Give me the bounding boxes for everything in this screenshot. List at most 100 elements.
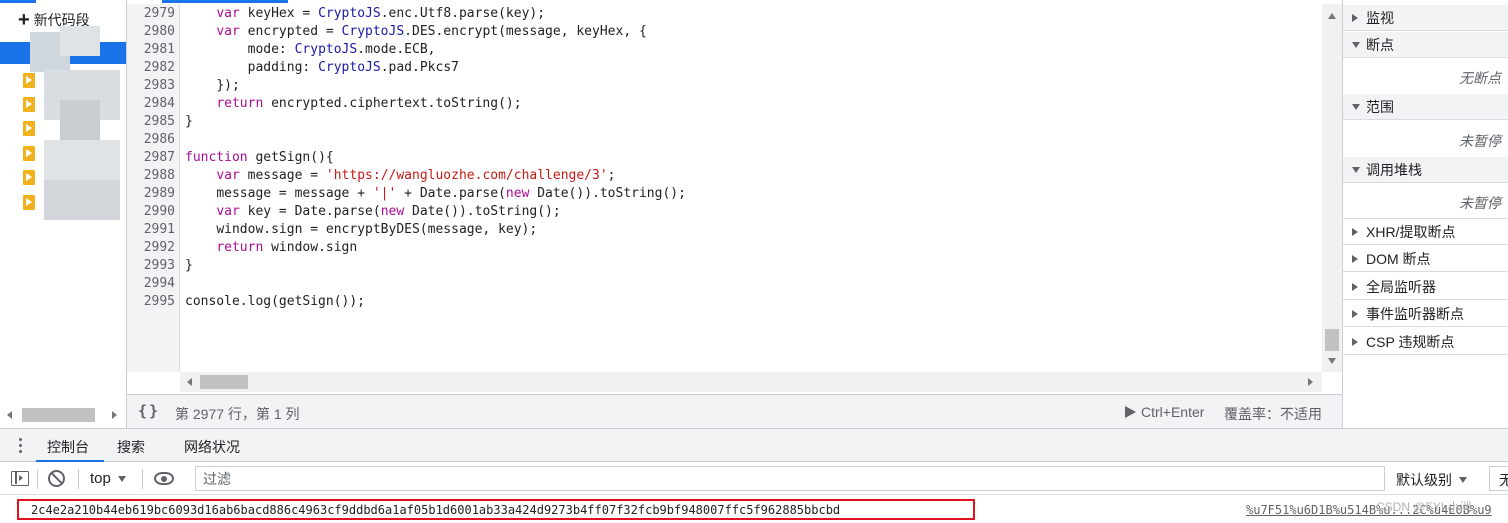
- code-line[interactable]: var encrypted = CryptoJS.DES.encrypt(mes…: [185, 23, 647, 41]
- line-number[interactable]: 2980: [127, 23, 175, 41]
- code-line[interactable]: function getSign(){: [185, 149, 334, 167]
- code-line[interactable]: padding: CryptoJS.pad.Pkcs7: [185, 59, 459, 77]
- show-console-sidebar-icon[interactable]: [11, 471, 29, 486]
- section-xhr-breakpoints[interactable]: XHR/提取断点: [1343, 219, 1508, 245]
- code-token-kw: var: [216, 168, 248, 183]
- issues-button-clipped[interactable]: 无: [1489, 466, 1508, 491]
- line-number[interactable]: 2986: [127, 131, 175, 149]
- code-line[interactable]: });: [185, 77, 239, 95]
- code-line[interactable]: window.sign = encryptByDES(message, key)…: [185, 221, 537, 239]
- section-call-stack[interactable]: 调用堆栈: [1343, 157, 1508, 183]
- scroll-right-icon[interactable]: [112, 411, 117, 419]
- collapse-icon: [1352, 41, 1360, 48]
- expand-icon: [1352, 282, 1358, 291]
- code-token-sym: CryptoJS: [318, 60, 381, 75]
- section-watch[interactable]: 监视: [1343, 5, 1508, 31]
- snippet-file-icon: [23, 194, 35, 210]
- tab-console[interactable]: 控制台: [47, 437, 89, 457]
- code-line[interactable]: message = message + '|' + Date.parse(new…: [185, 185, 686, 203]
- divider: [37, 469, 38, 489]
- section-scope[interactable]: 范围: [1343, 94, 1508, 120]
- code-token-plain: mode:: [247, 42, 295, 57]
- more-tools-icon[interactable]: [19, 438, 23, 454]
- editor-horizontal-scrollbar[interactable]: [180, 372, 1322, 392]
- code-line[interactable]: return encrypted.ciphertext.toString();: [185, 95, 521, 113]
- code-token-str: '|': [372, 186, 397, 201]
- line-number[interactable]: 2988: [127, 167, 175, 185]
- code-line[interactable]: var message = 'https://wangluozhe.com/ch…: [185, 167, 615, 185]
- code-editor[interactable]: 2979 2980 2981 2982 2983 2984 2985 2986 2987 2988…: [127, 0, 1342, 394]
- javascript-context-select[interactable]: top: [90, 470, 126, 487]
- scroll-left-icon[interactable]: [7, 411, 12, 419]
- scroll-down-icon[interactable]: [1328, 358, 1336, 364]
- line-number[interactable]: 2982: [127, 59, 175, 77]
- redaction-block: [60, 26, 100, 56]
- code-token-kw: new: [505, 186, 538, 201]
- code-token-plain: .DES.encrypt(message, keyHex, {: [404, 24, 647, 39]
- tab-network-conditions[interactable]: 网络状况: [184, 437, 240, 457]
- scroll-right-icon[interactable]: [1308, 378, 1313, 386]
- console-output: 2c4e2a210b44eb619bc6093d16ab6bacd886c496…: [0, 495, 1508, 523]
- run-snippet-button[interactable]: Ctrl+Enter: [1125, 404, 1204, 420]
- editor-vertical-scrollbar[interactable]: [1322, 4, 1342, 372]
- line-number[interactable]: 2981: [127, 41, 175, 59]
- code-line[interactable]: return window.sign: [185, 239, 357, 257]
- collapse-icon: [1352, 103, 1360, 110]
- line-number[interactable]: 2987: [127, 149, 175, 167]
- scroll-left-icon[interactable]: [187, 378, 192, 386]
- line-number[interactable]: 2979: [127, 5, 175, 23]
- code-line[interactable]: }: [185, 113, 193, 131]
- line-number[interactable]: 2995: [127, 293, 175, 311]
- code-token-plain: Date()).toString();: [412, 204, 561, 219]
- watermark: CSDN @FYL小洲: [1376, 500, 1472, 514]
- section-global-listeners[interactable]: 全局监听器: [1343, 274, 1508, 300]
- chevron-down-icon: [117, 475, 126, 482]
- section-event-listener-breakpoints[interactable]: 事件监听器断点: [1343, 301, 1508, 327]
- clear-console-icon[interactable]: [48, 470, 65, 487]
- editor-status-bar: {} 第 2977 行，第 1 列 Ctrl+Enter 覆盖率：不适用: [127, 394, 1342, 428]
- tab-search[interactable]: 搜索: [117, 437, 145, 457]
- code-token-plain: .enc.Utf8.parse(key);: [380, 6, 546, 21]
- line-number[interactable]: 2985: [127, 113, 175, 131]
- line-number[interactable]: 2989: [127, 185, 175, 203]
- pretty-print-button[interactable]: {}: [138, 402, 160, 420]
- line-number[interactable]: 2993: [127, 257, 175, 275]
- log-levels-select[interactable]: 默认级别: [1396, 470, 1467, 490]
- code-line[interactable]: mode: CryptoJS.mode.ECB,: [185, 41, 436, 59]
- code-token-plain: keyHex =: [247, 6, 319, 21]
- line-number[interactable]: 2984: [127, 95, 175, 113]
- scroll-thumb[interactable]: [200, 375, 248, 389]
- section-breakpoints[interactable]: 断点: [1343, 32, 1508, 58]
- code-token-plain: + Date.parse(: [396, 186, 506, 201]
- line-number[interactable]: 2990: [127, 203, 175, 221]
- section-dom-breakpoints[interactable]: DOM 断点: [1343, 246, 1508, 272]
- code-line[interactable]: }: [185, 257, 193, 275]
- snippet-file-icon: [23, 145, 35, 161]
- scroll-up-icon[interactable]: [1328, 13, 1336, 19]
- code-token-plain: }: [185, 258, 193, 273]
- live-expression-eye-icon[interactable]: [154, 472, 174, 485]
- line-number[interactable]: 2992: [127, 239, 175, 257]
- snippet-file-icon: [23, 72, 35, 88]
- scroll-thumb[interactable]: [22, 408, 95, 422]
- section-label: XHR/提取断点: [1366, 223, 1456, 240]
- code-line[interactable]: console.log(getSign());: [185, 293, 365, 311]
- coverage-status[interactable]: 覆盖率：不适用: [1224, 404, 1322, 424]
- code-token-sym: CryptoJS: [294, 42, 358, 57]
- code-token-kw: return: [216, 240, 272, 255]
- line-number[interactable]: 2991: [127, 221, 175, 239]
- collapse-icon: [1352, 166, 1360, 173]
- code-line[interactable]: var keyHex = CryptoJS.enc.Utf8.parse(key…: [185, 5, 545, 23]
- line-number[interactable]: 2983: [127, 77, 175, 95]
- snippets-panel: + 新代码段: [0, 0, 127, 428]
- snippets-horizontal-scrollbar[interactable]: [0, 404, 126, 426]
- console-filter-input[interactable]: [195, 466, 1385, 491]
- line-number[interactable]: 2994: [127, 275, 175, 293]
- chevron-down-icon: [1459, 477, 1467, 483]
- code-line[interactable]: var key = Date.parse(new Date()).toStrin…: [185, 203, 561, 221]
- section-csp-breakpoints[interactable]: CSP 违规断点: [1343, 329, 1508, 355]
- scroll-thumb[interactable]: [1325, 329, 1339, 351]
